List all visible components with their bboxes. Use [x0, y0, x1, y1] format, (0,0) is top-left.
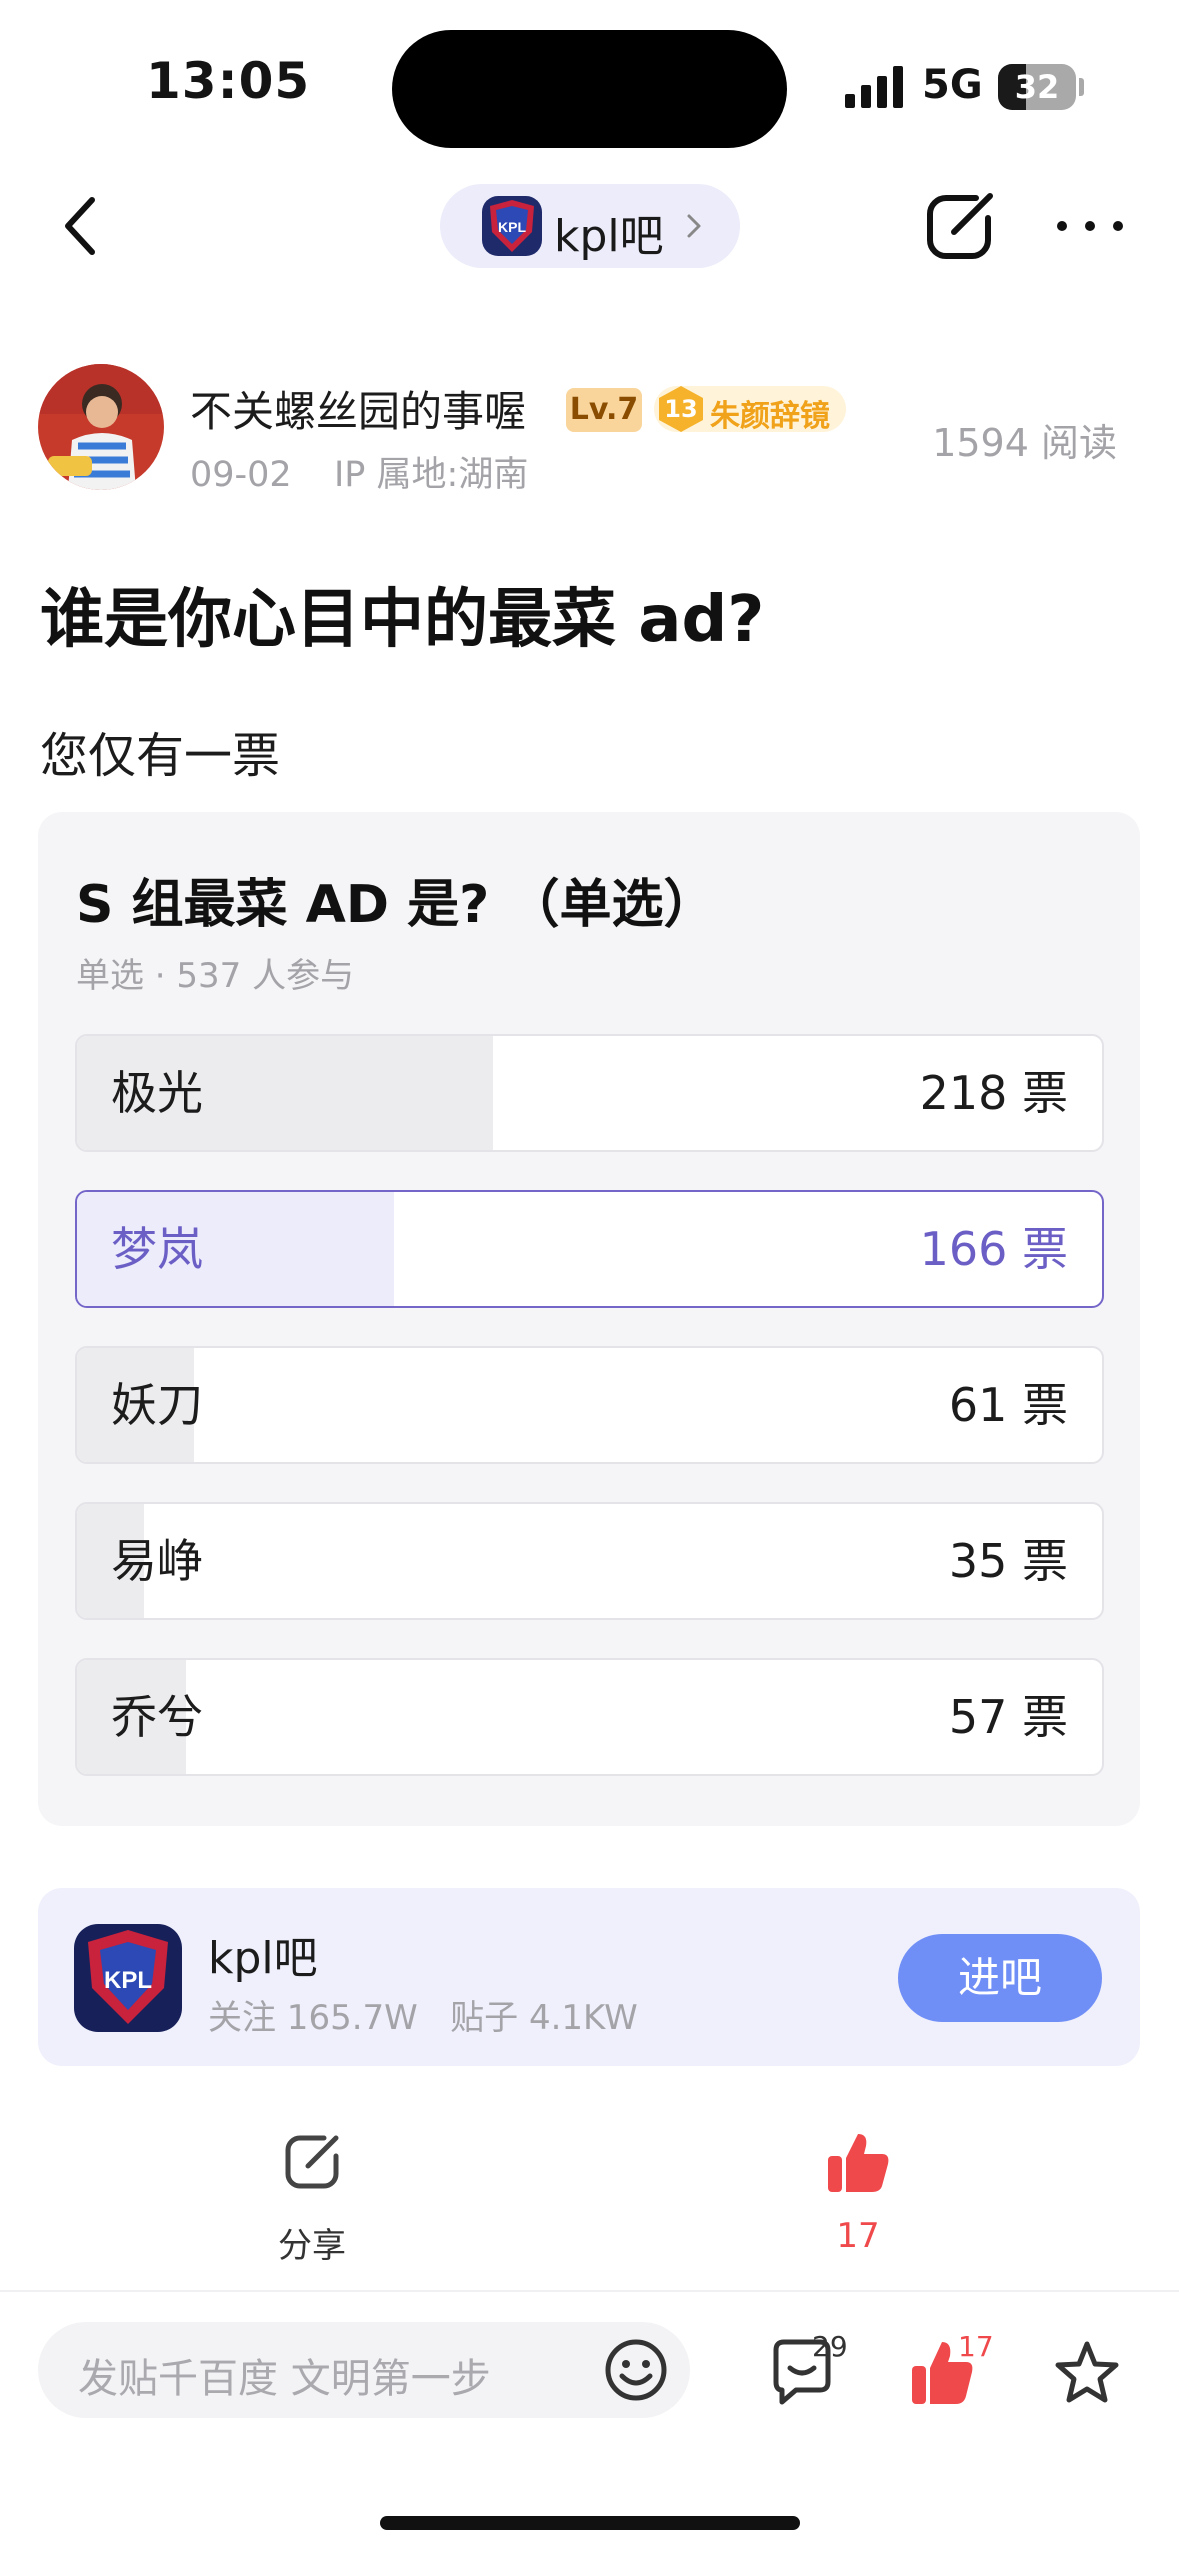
home-indicator: [380, 2516, 800, 2530]
fan-level-number: 13: [664, 395, 698, 423]
share-button[interactable]: 分享: [262, 2128, 362, 2278]
like-count: 17: [836, 2216, 880, 2256]
poll-title: S 组最菜 AD 是? （单选）: [76, 875, 716, 935]
poll-option-votes: 57 票: [948, 1690, 1068, 1744]
star-icon[interactable]: [1052, 2338, 1122, 2408]
poll-option[interactable]: 易峥 35 票: [75, 1502, 1104, 1620]
author-name[interactable]: 不关螺丝园的事喔: [190, 378, 526, 439]
poll-option-name: 乔兮: [111, 1690, 203, 1744]
post-meta: 09-02 IP 属地:湖南: [190, 446, 528, 497]
poll-option[interactable]: 极光 218 票: [75, 1034, 1104, 1152]
battery-level: 32: [1014, 68, 1060, 106]
svg-text:KPL: KPL: [498, 219, 526, 235]
status-bar: 13:05 5G 32: [0, 0, 1179, 175]
kpl-logo-icon: KPL: [482, 196, 542, 256]
poll-option-name: 妖刀: [111, 1378, 203, 1432]
battery-cap: [1079, 78, 1084, 96]
emoji-icon[interactable]: [602, 2336, 670, 2404]
poll-option[interactable]: 妖刀 61 票: [75, 1346, 1104, 1464]
poll-option-votes: 166 票: [919, 1222, 1068, 1276]
forum-name: kpl吧: [208, 1933, 318, 1984]
poll-option-votes: 35 票: [948, 1534, 1068, 1588]
battery-icon: 32: [998, 64, 1076, 110]
thumbs-up-icon: [828, 2134, 889, 2192]
kpl-logo-icon: KPL: [74, 1924, 182, 2032]
avatar[interactable]: [38, 364, 164, 490]
share-label: 分享: [278, 2226, 346, 2266]
bottom-divider: [0, 2290, 1179, 2292]
forum-pill-label[interactable]: kpl吧: [554, 200, 664, 264]
read-count: 1594 阅读: [932, 421, 1117, 465]
poll-option-votes: 218 票: [919, 1066, 1068, 1120]
more-options-button[interactable]: [1052, 190, 1128, 262]
likes-count: 17: [958, 2330, 994, 2363]
edit-share-button[interactable]: [918, 184, 1002, 268]
enter-forum-button[interactable]: 进吧: [898, 1934, 1102, 2022]
ip-location: IP 属地:湖南: [333, 455, 529, 495]
poll-option-name: 极光: [111, 1066, 203, 1120]
chevron-right-icon: [687, 214, 701, 238]
signal-icon: [845, 66, 903, 108]
like-button[interactable]: 17: [808, 2128, 908, 2278]
back-button[interactable]: [52, 186, 116, 266]
network-label: 5G: [922, 62, 983, 108]
poll-meta: 单选 · 537 人参与: [76, 956, 355, 996]
level-badge: Lv.7: [566, 388, 642, 432]
poll-option[interactable]: 乔兮 57 票: [75, 1658, 1104, 1776]
poll-option-name: 梦岚: [111, 1222, 203, 1276]
post-text: 您仅有一票: [40, 728, 281, 784]
forum-stats: 关注 165.7W 贴子 4.1KW: [208, 1998, 638, 2038]
svg-text:KPL: KPL: [104, 1967, 152, 1994]
poll-option-name: 易峥: [111, 1534, 203, 1588]
poll-option-votes: 61 票: [948, 1378, 1068, 1432]
post-date: 09-02: [190, 455, 292, 495]
share-icon: [285, 2135, 339, 2189]
post-title: 谁是你心目中的最菜 ad?: [40, 583, 765, 657]
comment-count: 29: [812, 2330, 848, 2363]
comment-placeholder[interactable]: 发贴千百度 文明第一步: [78, 2346, 491, 2404]
dynamic-island: [392, 30, 787, 148]
fan-badge-label: 朱颜辞镜: [710, 399, 830, 434]
status-time: 13:05: [146, 52, 311, 110]
poll-option[interactable]: 梦岚 166 票: [75, 1190, 1104, 1308]
